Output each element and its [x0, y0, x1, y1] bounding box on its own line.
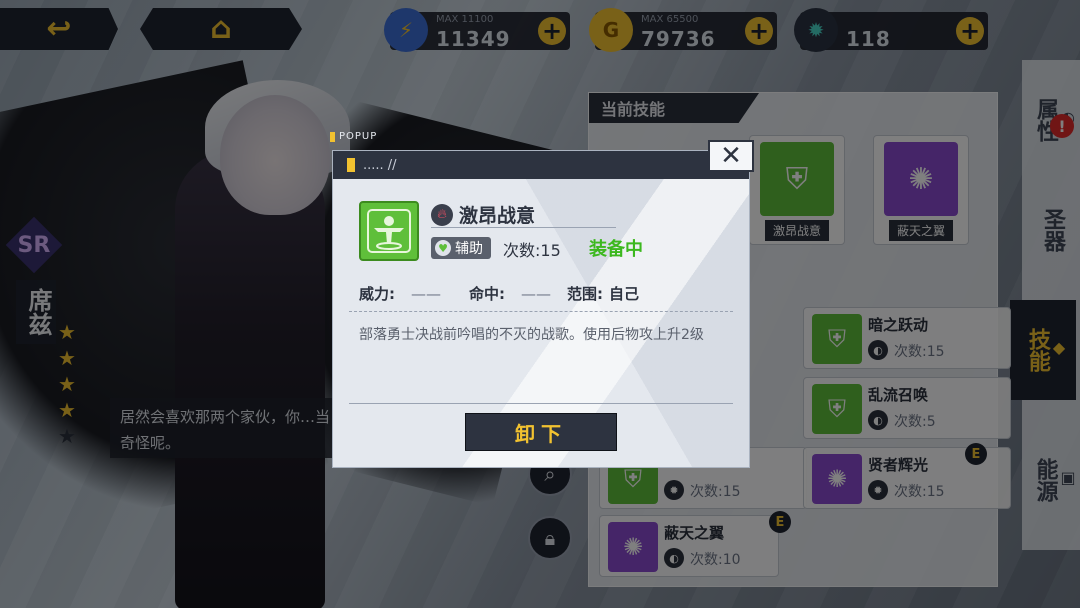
title-divider — [431, 227, 616, 228]
range-label: 范围: — [567, 285, 603, 303]
popup-tag: POPUP — [330, 131, 377, 142]
header-marker — [347, 158, 355, 172]
hit-value: —— — [521, 284, 551, 303]
range-value: 自己 — [609, 285, 640, 303]
tag-marker — [330, 131, 335, 142]
skill-description: 部落勇士决战前吟唱的不灭的战歌。使用后物攻上升2级 — [359, 327, 704, 343]
skill-detail-popup: ..... // 🔥︎ 激昂战意 ♥ 辅助 次数:15 装备中 威力: —— 命… — [332, 150, 750, 468]
popup-tag-label: POPUP — [339, 131, 378, 142]
popup-header: ..... // — [333, 151, 749, 179]
fire-element-icon: 🔥︎ — [431, 203, 453, 226]
unequip-button[interactable]: 卸下 — [465, 413, 617, 451]
equipped-status: 装备中 — [589, 239, 643, 260]
power-label: 威力: — [359, 285, 395, 303]
skill-stats: 威力: —— 命中: —— 范围: 自己 — [359, 283, 639, 304]
heart-icon: ♥ — [435, 240, 451, 256]
skill-uses: 次数:15 — [503, 241, 561, 260]
skill-type: 辅助 — [455, 241, 483, 257]
hit-label: 命中: — [469, 285, 505, 303]
header-subtitle: ..... // — [363, 157, 397, 173]
skill-title: 激昂战意 — [459, 205, 536, 227]
skill-type-pill: ♥ 辅助 — [431, 237, 491, 259]
close-icon: ✕ — [720, 141, 742, 171]
description-divider — [349, 403, 733, 404]
close-button[interactable]: ✕ — [708, 140, 754, 172]
skill-title-row: 🔥︎ 激昂战意 — [431, 201, 535, 228]
power-value: —— — [411, 284, 441, 303]
skill-emblem — [367, 209, 411, 253]
shield-skill-icon — [359, 201, 419, 261]
stats-divider — [349, 311, 733, 312]
